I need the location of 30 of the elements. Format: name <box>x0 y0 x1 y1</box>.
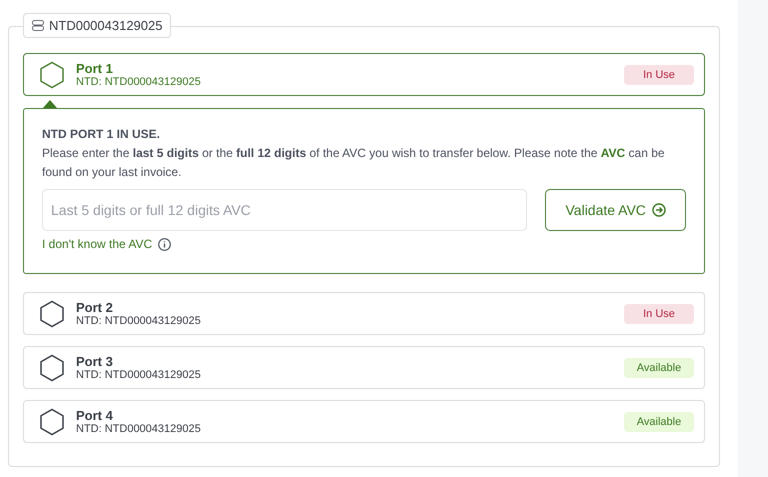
hexagon-icon <box>38 408 66 436</box>
status-badge: Available <box>624 412 694 432</box>
status-badge: In Use <box>624 64 694 84</box>
help-link[interactable]: I don't know the AVC <box>42 237 152 251</box>
port-ntd: NTD: NTD000043129025 <box>76 423 202 435</box>
hexagon-icon <box>38 354 66 382</box>
port-ntd: NTD: NTD000043129025 <box>76 369 202 381</box>
status-badge: Available <box>624 358 694 378</box>
hexagon-icon <box>38 60 66 88</box>
port-item[interactable]: Port 2 NTD: NTD000043129025 In Use <box>23 292 705 335</box>
avc-input-field[interactable]: Last 5 digits or full 12 digits AVC <box>42 189 528 231</box>
port-name: Port 1 <box>76 61 114 76</box>
port-name: Port 2 <box>76 300 114 315</box>
instructions: Please enter the last 5 digits or the full 12 digits of the AVC you wish to transfer below. Please note the AVC can be found on your last invoice. <box>42 145 666 181</box>
server-icon <box>32 20 44 31</box>
port-name: Port 3 <box>76 354 114 369</box>
port-item[interactable]: Port 3 NTD: NTD000043129025 Available <box>23 346 705 389</box>
pointer-icon <box>43 100 57 108</box>
port-name: Port 4 <box>76 408 114 423</box>
validate-button[interactable]: Validate AVC <box>545 189 686 231</box>
port-ntd: NTD: NTD000043129025 <box>76 76 202 88</box>
arrow-circle-icon <box>652 203 666 217</box>
device-id: NTD000043129025 <box>49 18 162 33</box>
panel-heading: NTD PORT 1 IN USE. <box>42 127 162 141</box>
hexagon-icon <box>38 300 66 328</box>
port-item[interactable]: Port 1 NTD: NTD000043129025 In Use <box>23 53 705 96</box>
status-badge: In Use <box>624 304 694 324</box>
port-item[interactable]: Port 4 NTD: NTD000043129025 Available <box>23 400 705 443</box>
port-ntd: NTD: NTD000043129025 <box>76 315 202 327</box>
info-icon[interactable] <box>158 238 172 250</box>
